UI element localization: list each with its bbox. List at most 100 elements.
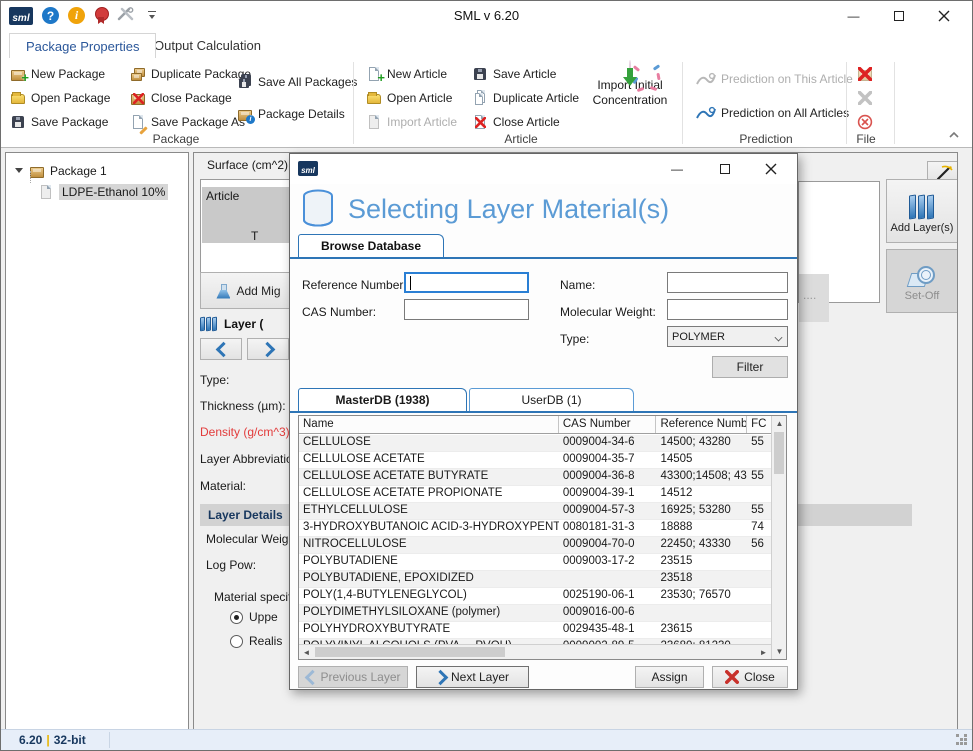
file-delete-button[interactable] [854, 63, 876, 85]
cell-name: NITROCELLULOSE [299, 537, 559, 553]
cell-cas: 0025190-06-1 [559, 588, 657, 604]
save-package-as-button[interactable]: Save Package As [127, 111, 248, 133]
column-header-fc[interactable]: FC [747, 416, 771, 433]
minimize-button[interactable]: — [831, 1, 876, 31]
next-layer-button[interactable]: Next Layer [416, 666, 529, 688]
cell-ref: 22450; 43330 [656, 537, 747, 553]
vertical-scroll-thumb[interactable] [774, 432, 784, 474]
add-layers-button[interactable]: Add Layer(s) [886, 179, 958, 243]
save-package-icon [10, 114, 26, 130]
upper-radio[interactable] [230, 611, 243, 624]
prediction-all-articles-button[interactable]: Prediction on All Articles [693, 102, 852, 124]
dialog-heading: Selecting Layer Material(s) [348, 194, 669, 225]
close-package-button[interactable]: Close Package [127, 87, 235, 109]
molecular-weight-input[interactable] [667, 299, 788, 320]
surface-grid-article-cell: Article [202, 187, 290, 243]
column-header-cas[interactable]: CAS Number [559, 416, 657, 433]
close-article-button[interactable]: Close Article [469, 111, 563, 133]
save-all-packages-icon [237, 74, 253, 90]
vertical-scrollbar[interactable]: ▲ ▼ [771, 416, 786, 659]
tab-output-calculation[interactable]: Output Calculation [138, 33, 277, 58]
dialog-close-button[interactable] [756, 158, 786, 180]
cell-ref: 23515 [656, 554, 747, 570]
duplicate-article-button[interactable]: Duplicate Article [469, 87, 582, 109]
open-article-button[interactable]: Open Article [363, 87, 455, 109]
table-row[interactable]: NITROCELLULOSE0009004-70-022450; 4333056 [299, 537, 771, 554]
filter-button[interactable]: Filter [712, 356, 788, 378]
new-package-button[interactable]: + New Package [7, 63, 108, 85]
assign-button[interactable]: Assign [635, 666, 704, 688]
tab-package-properties[interactable]: Package Properties [9, 33, 156, 58]
table-row[interactable]: POLYBUTADIENE0009003-17-223515 [299, 554, 771, 571]
table-row[interactable]: POLY(1,4-BUTYLENEGLYCOL)0025190-06-12353… [299, 588, 771, 605]
save-package-button[interactable]: Save Package [7, 111, 111, 133]
table-row[interactable]: CELLULOSE ACETATE BUTYRATE0009004-36-843… [299, 469, 771, 486]
upper-radio-label: Uppe [249, 610, 278, 624]
cas-number-label: CAS Number: [302, 305, 376, 319]
reference-number-input[interactable] [404, 272, 529, 293]
resize-grip[interactable] [956, 734, 968, 746]
chevron-left-icon [305, 671, 315, 683]
dialog-minimize-button[interactable]: — [662, 158, 692, 180]
open-package-button[interactable]: Open Package [7, 87, 113, 109]
browse-dots-button[interactable]: .... [799, 274, 829, 322]
cas-number-input[interactable] [404, 299, 529, 320]
table-row[interactable]: POLYHYDROXYBUTYRATE0029435-48-123615 [299, 622, 771, 639]
import-initial-concentration-button[interactable]: Import Initial Concentration [585, 61, 675, 108]
layers-icon [200, 316, 218, 332]
ribbon-collapse-icon[interactable] [948, 128, 960, 142]
scroll-right-icon[interactable]: ► [756, 645, 771, 660]
layer-tab[interactable]: Layer ( [200, 316, 263, 332]
dialog-sml-icon: sml [298, 161, 318, 176]
table-row[interactable]: CELLULOSE ACETATE0009004-35-714505 [299, 452, 771, 469]
add-migrant-button[interactable]: Add Mig [200, 272, 296, 309]
scroll-down-icon[interactable]: ▼ [772, 644, 787, 659]
maximize-button[interactable] [876, 1, 921, 31]
table-row[interactable]: 3-HYDROXYBUTANOIC ACID-3-HYDROXYPENTAN..… [299, 520, 771, 537]
cell-fc [747, 605, 771, 621]
article-group-label: Article [456, 132, 586, 146]
status-version: 6.20|32-bit [19, 733, 86, 747]
scroll-up-icon[interactable]: ▲ [772, 416, 787, 431]
table-row[interactable]: POLYBUTADIENE, EPOXIDIZED23518 [299, 571, 771, 588]
cell-ref: 23530; 76570 [656, 588, 747, 604]
file-cancel-button[interactable] [854, 111, 876, 133]
name-input[interactable] [667, 272, 788, 293]
tree-item-article[interactable]: LDPE-Ethanol 10% [38, 183, 168, 201]
cell-fc [747, 452, 771, 468]
save-all-packages-button[interactable]: Save All Packages [234, 71, 360, 93]
table-row[interactable]: CELLULOSE ACETATE PROPIONATE0009004-39-1… [299, 486, 771, 503]
type-dropdown-value: POLYMER [672, 331, 725, 343]
type-dropdown[interactable]: POLYMER [667, 326, 788, 347]
masterdb-tab[interactable]: MasterDB (1938) [298, 388, 467, 411]
cell-ref: 16925; 53280 [656, 503, 747, 519]
userdb-tab[interactable]: UserDB (1) [469, 388, 634, 411]
table-row[interactable]: CELLULOSE0009004-34-614500; 4328055 [299, 435, 771, 452]
browse-database-tab[interactable]: Browse Database [298, 234, 444, 257]
package-details-button[interactable]: i Package Details [234, 103, 348, 125]
cell-ref: 43300;14508; 43... [656, 469, 747, 485]
table-row[interactable]: POLYDIMETHYLSILOXANE (polymer)0009016-00… [299, 605, 771, 622]
cell-ref [656, 605, 747, 621]
scroll-left-icon[interactable]: ◄ [299, 645, 314, 660]
table-row[interactable]: ETHYLCELLULOSE0009004-57-316925; 5328055 [299, 503, 771, 520]
close-button[interactable] [921, 1, 966, 31]
previous-layer-arrow-button[interactable] [200, 338, 242, 360]
open-package-icon [10, 90, 26, 106]
file-cancel-icon [857, 114, 873, 130]
column-header-name[interactable]: Name [299, 416, 559, 433]
column-header-reference[interactable]: Reference Number [656, 416, 747, 433]
horizontal-scroll-thumb[interactable] [315, 647, 505, 657]
package-group-label: Package [111, 132, 241, 146]
tree-expand-icon[interactable] [14, 166, 24, 176]
cell-cas: 0080181-31-3 [559, 520, 657, 536]
close-dialog-button[interactable]: Close [712, 666, 788, 688]
horizontal-scrollbar[interactable]: ◄ ► [299, 644, 771, 659]
save-article-button[interactable]: Save Article [469, 63, 559, 85]
dialog-maximize-button[interactable] [710, 158, 740, 180]
realistic-radio[interactable] [230, 635, 243, 648]
new-article-button[interactable]: + New Article [363, 63, 450, 85]
tree-item-package[interactable]: Package 1 [14, 162, 107, 180]
cell-cas: 0009004-57-3 [559, 503, 657, 519]
next-layer-arrow-button[interactable] [247, 338, 289, 360]
